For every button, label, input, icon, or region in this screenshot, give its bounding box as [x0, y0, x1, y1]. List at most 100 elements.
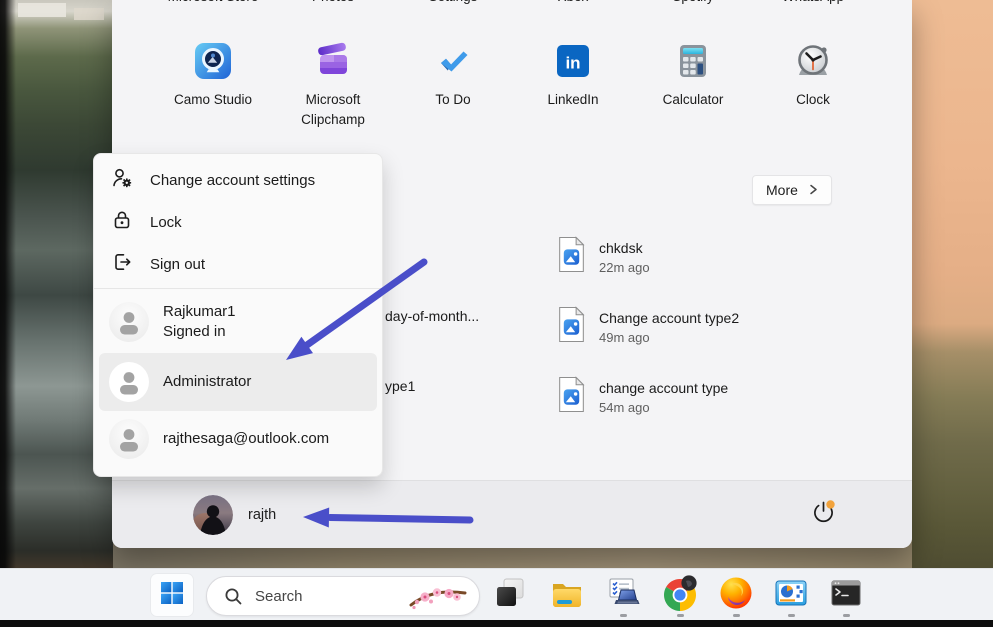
pinned-app-linkedin[interactable]: in LinkedIn — [513, 42, 633, 110]
recommended-item-chkdsk[interactable]: chkdsk 22m ago — [557, 236, 650, 278]
account-name: Administrator — [163, 372, 251, 392]
recommended-item-time: 22m ago — [599, 260, 650, 275]
pinned-app-clipchamp[interactable]: Microsoft Clipchamp — [273, 42, 393, 131]
windows-logo-icon — [160, 581, 184, 610]
menu-divider — [94, 288, 382, 289]
user-avatar — [193, 495, 233, 535]
running-indicator — [788, 614, 795, 617]
pinned-app-label: Camo Studio — [157, 90, 269, 110]
wallpaper-building — [74, 8, 104, 20]
pinned-app-label: Microsoft Clipchamp — [277, 90, 389, 131]
more-button-label: More — [766, 182, 798, 198]
account-name: Rajkumar1 — [163, 302, 236, 322]
linkedin-icon: in — [554, 42, 592, 80]
account-flyout-menu: Change account settings Lock Sign ou — [93, 153, 383, 477]
svg-text:in: in — [565, 54, 580, 73]
computer-management-button[interactable] — [769, 573, 813, 617]
recommended-item-label-occluded[interactable]: ype1 — [385, 378, 415, 394]
recommended-item-name: change account type — [599, 380, 728, 396]
person-icon — [109, 362, 149, 402]
pinned-app-label: LinkedIn — [517, 90, 629, 110]
pinned-app-label-cut: Photos — [263, 0, 403, 9]
person-icon — [109, 419, 149, 459]
recommended-item-name: Change account type2 — [599, 310, 739, 326]
start-button[interactable] — [151, 574, 193, 616]
running-indicator — [620, 614, 627, 617]
pinned-app-label-cut: Microsoft Store — [143, 0, 283, 9]
screen-edge — [0, 620, 993, 627]
chrome-button[interactable] — [658, 573, 702, 617]
user-management-console-button[interactable] — [601, 573, 645, 617]
recommended-item-name: chkdsk — [599, 240, 650, 256]
power-button[interactable] — [804, 496, 842, 534]
firefox-icon — [718, 575, 754, 616]
clipchamp-icon — [314, 42, 352, 80]
power-icon — [810, 499, 837, 531]
current-user-button[interactable]: rajth — [193, 495, 276, 535]
file-explorer-button[interactable] — [545, 573, 589, 617]
taskbar-search[interactable]: Search — [206, 576, 480, 616]
pinned-app-label: Clock — [757, 90, 869, 110]
cherry-blossom-icon — [407, 584, 469, 616]
image-file-icon — [557, 306, 586, 348]
pinned-app-label-cut: Xbox — [503, 0, 643, 9]
firefox-button[interactable] — [714, 573, 758, 617]
running-indicator — [733, 614, 740, 617]
clock-icon — [794, 42, 832, 80]
sign-out-icon — [111, 251, 133, 278]
taskbar: Search — [0, 568, 993, 620]
wallpaper-sunset-scene — [912, 0, 993, 568]
wallpaper-building — [18, 3, 66, 17]
pinned-app-label: To Do — [397, 90, 509, 110]
lock-icon — [111, 209, 133, 236]
recommended-more-button[interactable]: More — [752, 175, 832, 205]
start-menu-user-bar: rajth — [112, 480, 912, 548]
recommended-item-change-account-type[interactable]: change account type 54m ago — [557, 376, 728, 418]
search-icon — [224, 587, 243, 606]
pinned-app-label-cut: Spotify — [623, 0, 763, 9]
recommended-item-time: 49m ago — [599, 330, 739, 345]
pinned-app-label: Calculator — [637, 90, 749, 110]
image-file-icon — [557, 236, 586, 278]
camo-studio-icon — [194, 42, 232, 80]
menu-item-label: Sign out — [150, 256, 205, 273]
menu-item-change-account-settings[interactable]: Change account settings — [94, 159, 382, 201]
running-indicator — [677, 614, 684, 617]
person-icon — [109, 302, 149, 342]
image-file-icon — [557, 376, 586, 418]
calculator-icon — [674, 42, 712, 80]
account-name: rajthesaga@outlook.com — [163, 429, 329, 449]
account-item-rajthesaga[interactable]: rajthesaga@outlook.com — [94, 411, 382, 467]
computer-management-icon — [773, 575, 809, 616]
file-explorer-icon — [549, 575, 585, 616]
menu-item-label: Change account settings — [150, 172, 315, 189]
desktop: Microsoft Store Photos Settings Xbox Spo… — [0, 0, 993, 627]
running-indicator — [843, 614, 850, 617]
user-management-console-icon — [605, 575, 641, 616]
account-status: Signed in — [163, 322, 236, 342]
task-view-button[interactable] — [488, 573, 532, 617]
menu-item-sign-out[interactable]: Sign out — [94, 243, 382, 285]
recommended-item-label-occluded[interactable]: day-of-month... — [385, 308, 479, 324]
menu-item-label: Lock — [150, 214, 182, 231]
pinned-app-clock[interactable]: Clock — [753, 42, 873, 110]
menu-item-lock[interactable]: Lock — [94, 201, 382, 243]
user-name-label: rajth — [248, 507, 276, 523]
todo-icon — [434, 42, 472, 80]
command-prompt-button[interactable] — [824, 573, 868, 617]
recommended-item-change-account-type2[interactable]: Change account type2 49m ago — [557, 306, 739, 348]
pinned-app-to-do[interactable]: To Do — [393, 42, 513, 110]
chrome-icon — [661, 574, 699, 617]
task-view-icon — [493, 576, 527, 615]
command-prompt-icon — [828, 575, 864, 616]
account-item-administrator[interactable]: Administrator — [99, 353, 377, 411]
recommended-item-time: 54m ago — [599, 400, 728, 415]
change-account-settings-icon — [111, 167, 133, 194]
pinned-app-camo-studio[interactable]: Camo Studio — [153, 42, 273, 110]
chevron-right-icon — [809, 182, 818, 198]
account-item-rajkumar1[interactable]: Rajkumar1 Signed in — [94, 291, 382, 353]
pinned-app-calculator[interactable]: Calculator — [633, 42, 753, 110]
search-placeholder: Search — [255, 588, 303, 605]
pinned-app-label-cut: Settings — [383, 0, 523, 9]
pinned-app-label-cut: WhatsApp — [743, 0, 883, 9]
